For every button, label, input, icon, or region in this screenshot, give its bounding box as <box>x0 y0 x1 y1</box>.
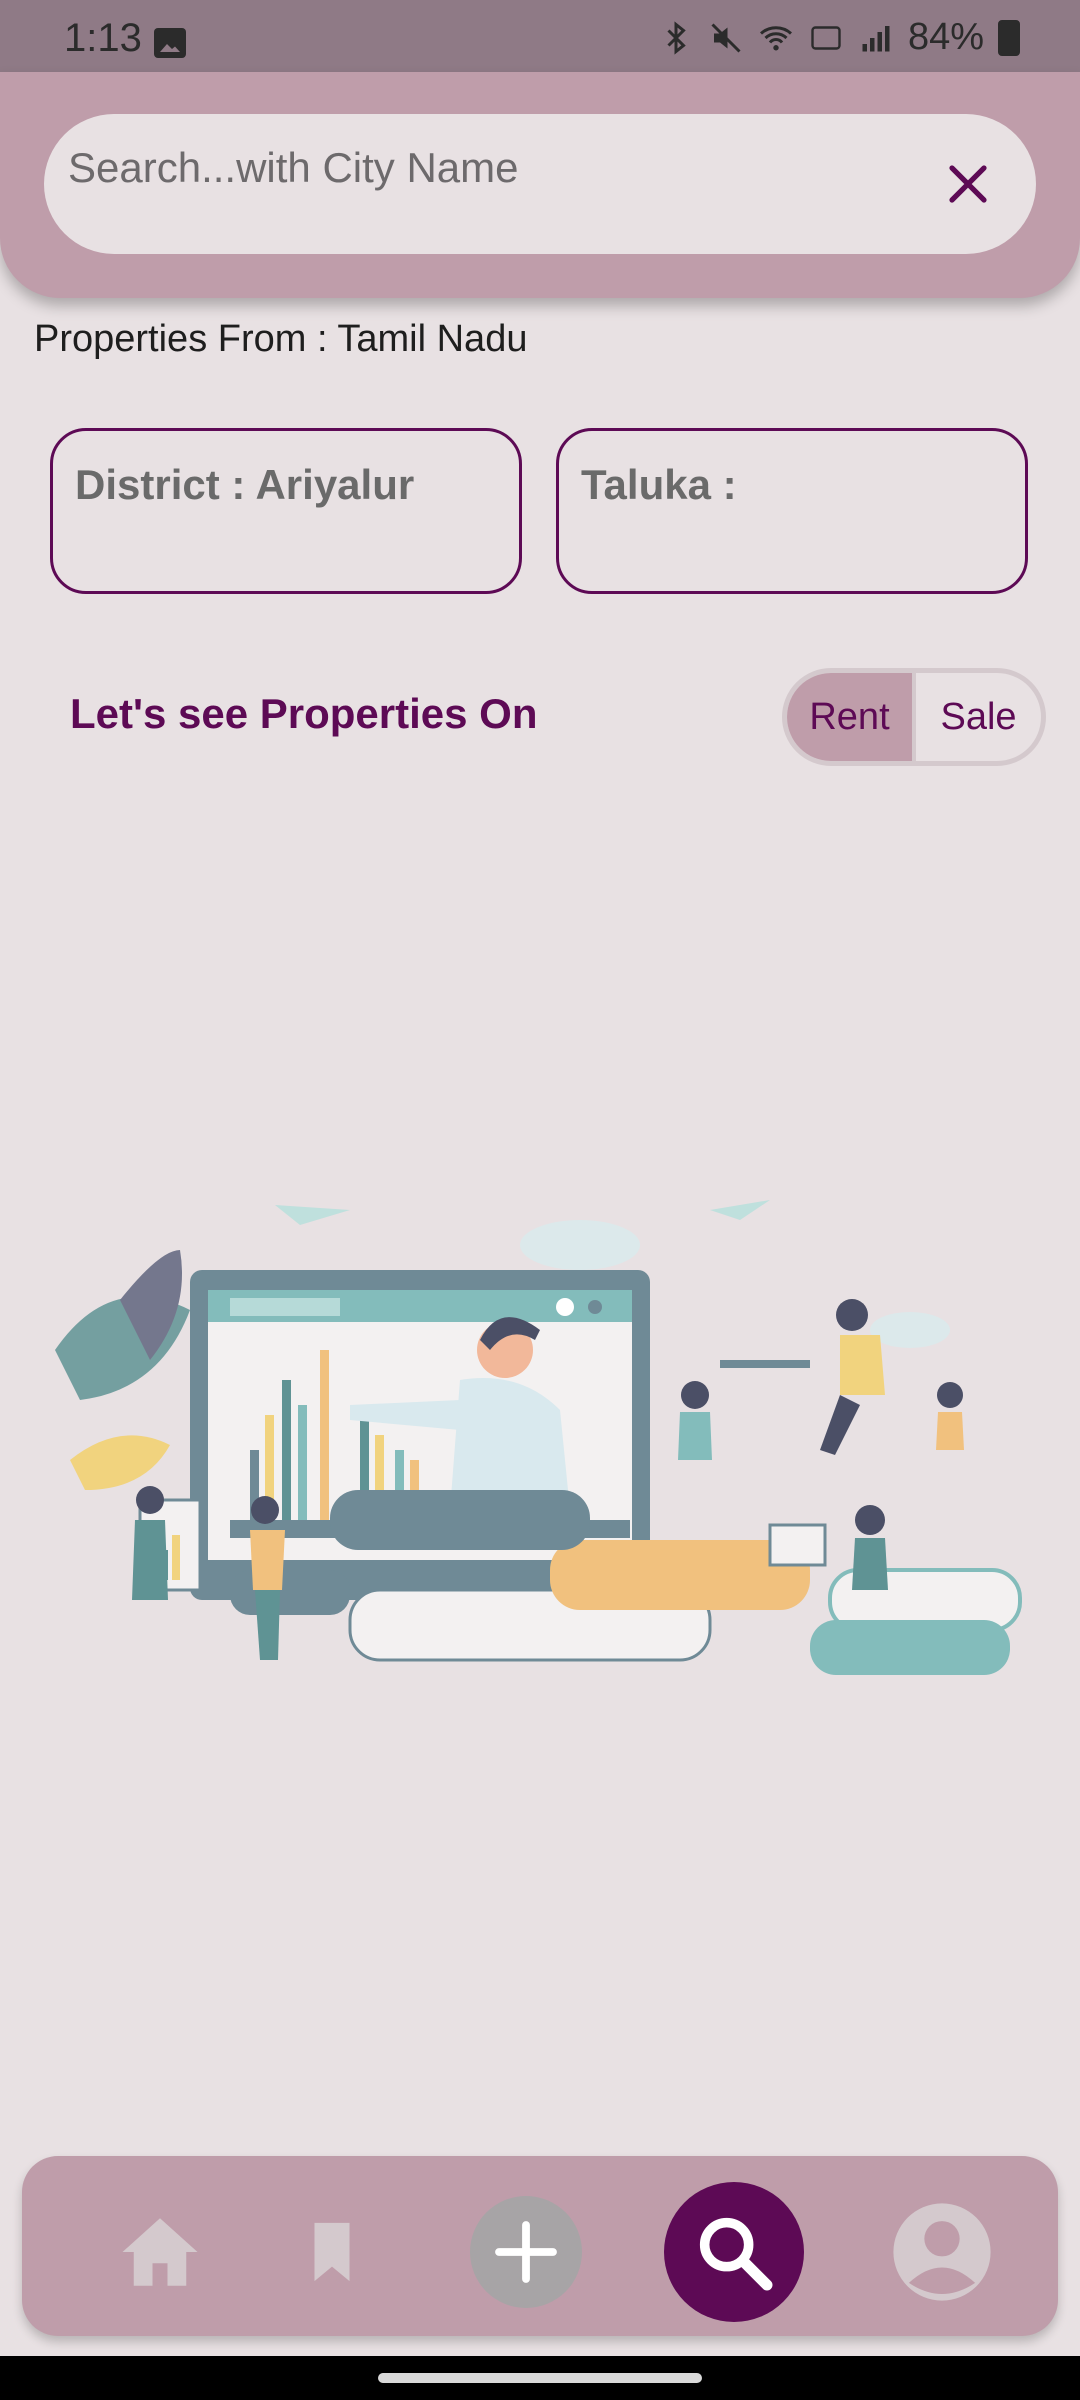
status-bar: 1:13 84% <box>0 0 1080 72</box>
search-input[interactable] <box>68 138 928 198</box>
signal-icon <box>862 25 890 51</box>
bookmark-icon <box>314 2222 350 2282</box>
see-properties-label: Let's see Properties On <box>70 690 538 737</box>
bottom-navigation <box>22 2156 1058 2336</box>
rent-sale-toggle[interactable]: Rent Sale <box>782 668 1046 766</box>
nav-search[interactable] <box>664 2182 804 2322</box>
gesture-handle[interactable] <box>378 2373 702 2383</box>
taluka-selector[interactable]: Taluka : <box>556 428 1028 594</box>
status-time: 1:13 <box>64 16 142 60</box>
search-button-bg <box>664 2182 804 2322</box>
battery-icon <box>998 19 1020 56</box>
bluetooth-icon <box>667 20 686 55</box>
sale-option[interactable]: Sale <box>916 673 1041 761</box>
profile-icon <box>893 2203 991 2301</box>
rent-option[interactable]: Rent <box>787 673 916 761</box>
properties-from-label: Properties From : Tamil Nadu <box>34 318 528 360</box>
district-label: District : Ariyalur <box>75 461 415 508</box>
nav-add[interactable] <box>456 2182 596 2322</box>
mute-icon <box>711 22 741 53</box>
search-icon <box>699 2217 773 2291</box>
wifi-icon <box>759 25 792 50</box>
image-icon <box>154 28 186 58</box>
nav-home[interactable] <box>90 2182 230 2322</box>
add-icon <box>495 2221 557 2283</box>
district-selector[interactable]: District : Ariyalur <box>50 428 522 594</box>
volte-icon <box>811 25 841 50</box>
search-bar[interactable] <box>44 114 1036 254</box>
add-button-bg <box>470 2196 582 2308</box>
nav-profile[interactable] <box>872 2182 1012 2322</box>
status-icons: 84% <box>658 16 1020 59</box>
close-icon[interactable] <box>944 160 992 208</box>
search-header <box>0 72 1080 298</box>
nav-bookmark[interactable] <box>262 2182 402 2322</box>
home-icon <box>122 2218 198 2286</box>
office-illustration <box>55 1200 1022 1675</box>
battery-level: 84% <box>907 16 984 58</box>
taluka-label: Taluka : <box>581 461 737 508</box>
